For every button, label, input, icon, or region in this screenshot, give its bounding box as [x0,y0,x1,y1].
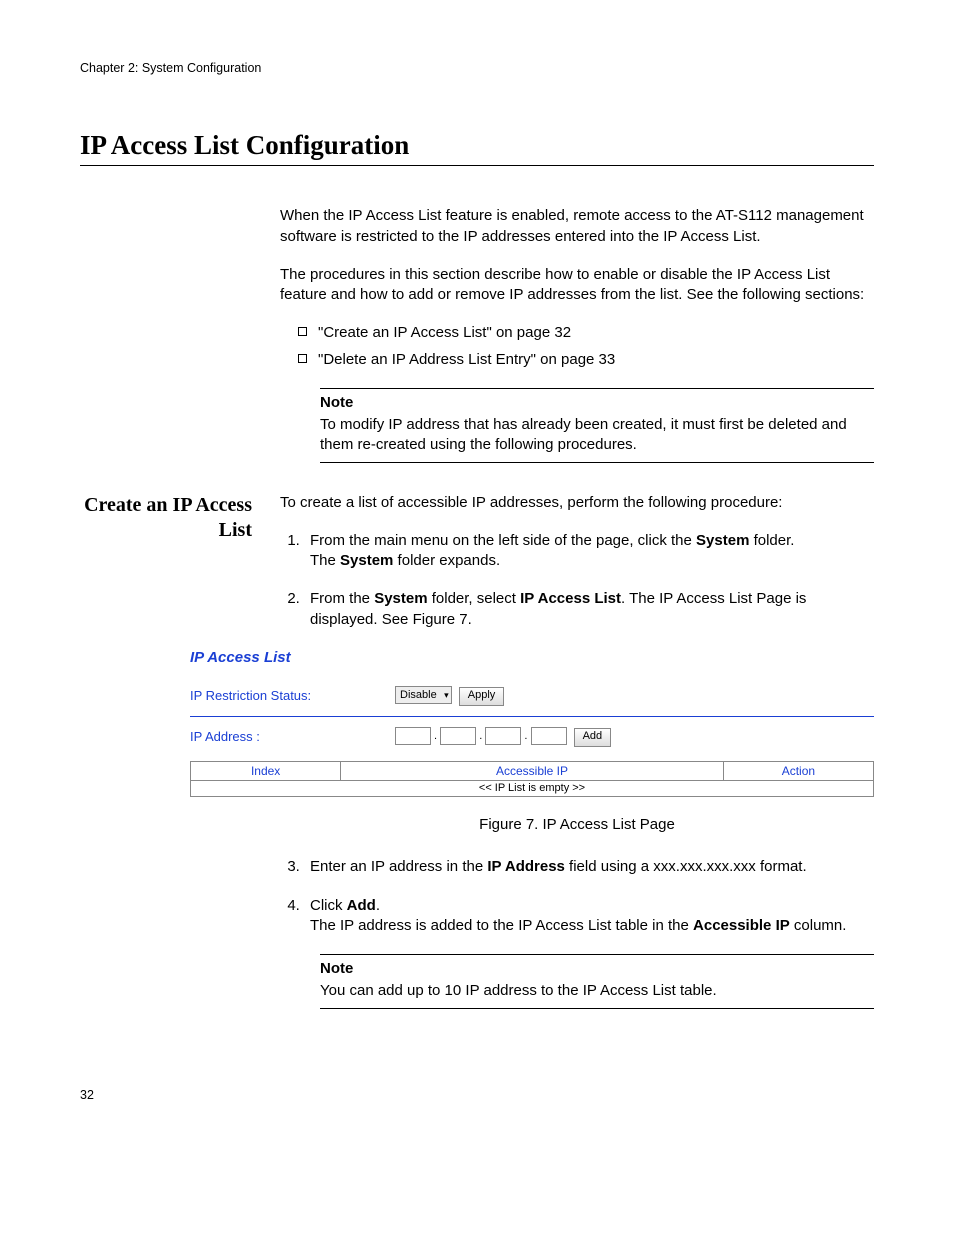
intro-paragraph-2: The procedures in this section describe … [280,265,874,306]
ip-octet-4[interactable] [531,727,567,745]
step-text: folder expands. [393,552,500,569]
step-2: From the System folder, select IP Access… [304,589,874,630]
page-title: IP Access List Configuration [80,127,874,166]
ip-list-table: Index Accessible IP Action << IP List is… [190,761,874,797]
side-heading: Create an IP Access List [80,493,280,543]
step-bold: Add [347,897,376,914]
reference-item-1: "Create an IP Access List" on page 32 [298,323,874,343]
step-text: column. [790,917,847,934]
note-text: To modify IP address that has already be… [320,416,847,453]
table-empty-message: << IP List is empty >> [191,781,874,797]
step-bold: IP Access List [520,590,621,607]
apply-button[interactable]: Apply [459,687,505,706]
step-text: Click [310,897,347,914]
reference-item-2: "Delete an IP Address List Entry" on pag… [298,350,874,370]
table-header-index: Index [191,761,341,780]
step-1: From the main menu on the left side of t… [304,531,874,572]
step-bold: System [374,590,427,607]
step-text: The IP address is added to the IP Access… [310,917,693,934]
figure-caption: Figure 7. IP Access List Page [280,815,874,835]
step-text: The [310,552,340,569]
step-text: field using a xxx.xxx.xxx.xxx format. [565,858,807,875]
restriction-status-label: IP Restriction Status: [190,687,395,705]
figure-panel-title: IP Access List [190,648,874,668]
step-text: . [376,897,380,914]
note-label: Note [320,393,874,413]
add-button[interactable]: Add [574,728,612,747]
note-label: Note [320,959,874,979]
step-bold: System [696,532,749,549]
reference-list: "Create an IP Access List" on page 32 "D… [280,323,874,370]
table-header-accessible-ip: Accessible IP [341,761,723,780]
step-text: From the [310,590,374,607]
table-header-action: Action [723,761,873,780]
ip-octet-2[interactable] [440,727,476,745]
chapter-header: Chapter 2: System Configuration [80,60,874,77]
note-text: You can add up to 10 IP address to the I… [320,982,717,999]
step-bold: System [340,552,393,569]
step-text: From the main menu on the left side of t… [310,532,696,549]
restriction-status-select[interactable]: Disable [395,686,452,704]
step-bold: IP Address [487,858,565,875]
ip-address-label: IP Address : [190,728,395,746]
page-number: 32 [80,1087,874,1104]
note-box-2: Note You can add up to 10 IP address to … [320,954,874,1009]
step-text: folder, select [428,590,521,607]
intro-paragraph-1: When the IP Access List feature is enabl… [280,206,874,247]
step-text: folder. [749,532,794,549]
ip-octet-3[interactable] [485,727,521,745]
step-4: Click Add. The IP address is added to th… [304,896,874,937]
step-3: Enter an IP address in the IP Address fi… [304,857,874,877]
step-text: Enter an IP address in the [310,858,487,875]
procedure-intro: To create a list of accessible IP addres… [280,493,874,513]
procedure-steps: From the main menu on the left side of t… [280,531,874,630]
procedure-steps-cont: Enter an IP address in the IP Address fi… [280,857,874,936]
step-bold: Accessible IP [693,917,790,934]
figure-7: IP Access List IP Restriction Status: Di… [190,648,874,797]
note-box-1: Note To modify IP address that has alrea… [320,388,874,463]
ip-octet-1[interactable] [395,727,431,745]
